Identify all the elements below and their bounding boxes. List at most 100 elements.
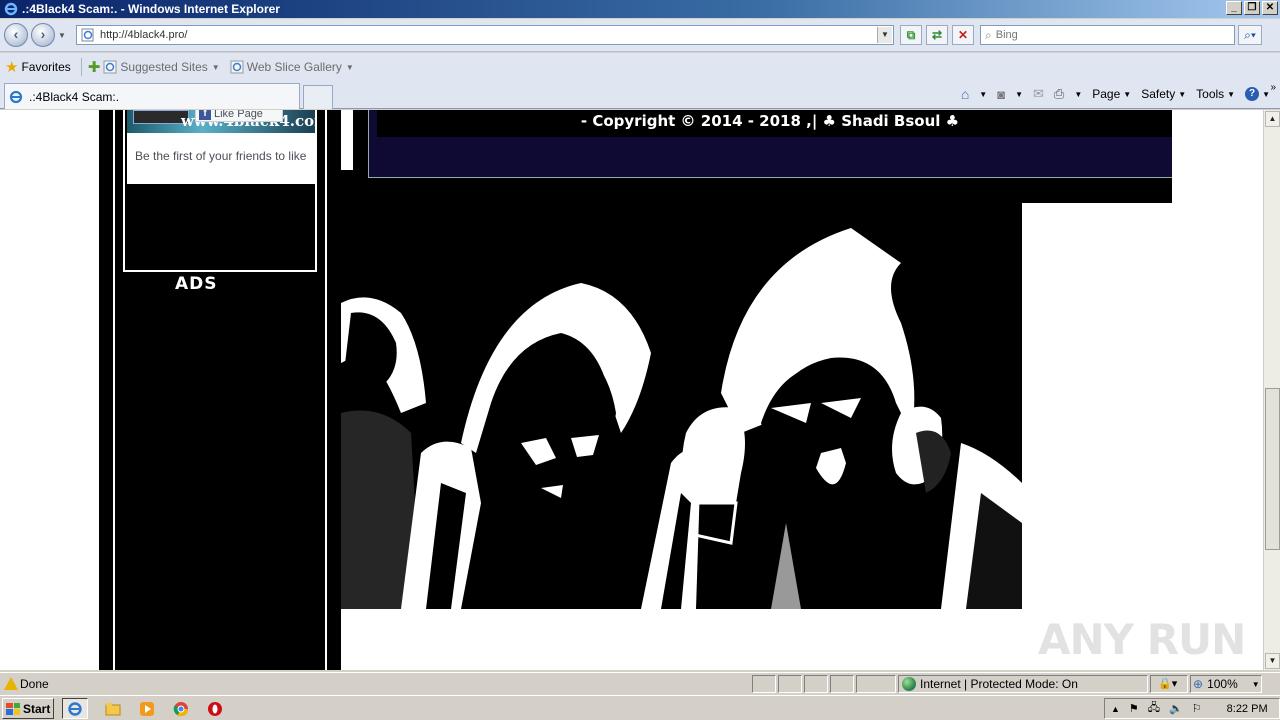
- suggested-sites-link[interactable]: Suggested Sites ▼: [103, 60, 220, 74]
- scroll-up-icon[interactable]: ▲: [1265, 111, 1280, 127]
- friends-text: Be the first of your friends to like: [135, 149, 307, 163]
- compatibility-view-icon[interactable]: ⧉: [900, 25, 922, 45]
- ie-logo-icon: [4, 2, 18, 16]
- chevron-down-icon[interactable]: ▼: [979, 90, 987, 99]
- system-tray: ▲ ⚑ 🖧 🔈 ⚐ 8:22 PM: [1104, 698, 1280, 719]
- volume-icon[interactable]: 🔈: [1169, 702, 1183, 715]
- hooded-figures-image: [341, 203, 1022, 609]
- address-bar[interactable]: ▼: [76, 25, 894, 45]
- facebook-friends-panel: Be the first of your friends to like: [127, 133, 315, 184]
- status-cell: [804, 675, 828, 693]
- refresh-icon[interactable]: ⇄: [926, 25, 948, 45]
- facebook-widget: www.4black4.com f Like Page Be the first…: [123, 110, 317, 272]
- navigation-bar: ‹ › ▼ ▼ ⧉ ⇄ ✕ ⌕ ⌕▾: [0, 19, 1280, 52]
- address-dropdown-icon[interactable]: ▼: [877, 27, 892, 43]
- page-content: www.4black4.com f Like Page Be the first…: [0, 110, 1263, 670]
- folder-icon: [105, 702, 121, 715]
- scroll-down-icon[interactable]: ▼: [1265, 653, 1280, 669]
- taskbar-media-player[interactable]: [134, 698, 160, 719]
- chevron-down-icon[interactable]: ▼: [1015, 90, 1023, 99]
- footer-divider: [341, 110, 353, 170]
- chevron-down-icon: ▼: [1123, 89, 1132, 99]
- facebook-banner: www.4black4.com f Like Page: [127, 110, 315, 133]
- windows-logo-icon: [6, 702, 20, 715]
- favorites-bar: ★ Favorites ✚ Suggested Sites ▼ Web Slic…: [0, 53, 1280, 81]
- page-menu[interactable]: Page ▼: [1092, 87, 1131, 101]
- back-button[interactable]: ‹: [4, 23, 28, 47]
- safety-menu[interactable]: Safety ▼: [1141, 87, 1186, 101]
- scrollbar-thumb[interactable]: [1265, 388, 1280, 550]
- zoom-text: 100%: [1207, 677, 1238, 691]
- chevron-down-icon: ▼: [1178, 89, 1187, 99]
- taskbar-opera[interactable]: [202, 698, 228, 719]
- ie-logo-icon: [9, 90, 23, 103]
- search-input[interactable]: [995, 29, 1216, 41]
- web-slice-gallery-label: Web Slice Gallery: [246, 60, 342, 74]
- flag-icon[interactable]: ⚐: [1192, 702, 1202, 715]
- ie-page-icon: [230, 60, 244, 74]
- feeds-icon[interactable]: ◙: [997, 87, 1005, 102]
- bing-search-icon: ⌕: [985, 27, 992, 42]
- tab-bar: .:4Black4 Scam:. ⌂ ▼ ◙ ▼ ✉ ⎙ ▼ Page ▼ Safety…: [0, 81, 1280, 109]
- search-box[interactable]: ⌕: [980, 25, 1235, 45]
- history-dropdown-icon[interactable]: ▼: [58, 31, 66, 40]
- web-slice-gallery-link[interactable]: Web Slice Gallery ▼: [230, 60, 354, 74]
- minimize-button[interactable]: _: [1226, 1, 1242, 15]
- status-cell: [778, 675, 802, 693]
- anyrun-watermark: ANY RUN: [1038, 615, 1246, 664]
- print-icon[interactable]: ⎙: [1054, 86, 1064, 102]
- address-input[interactable]: [100, 29, 880, 41]
- star-icon: ★: [5, 59, 19, 76]
- clock[interactable]: 8:22 PM: [1227, 703, 1268, 715]
- copyright-text: - Copyright © 2014 - 2018 ,| ♣ Shadi Bso…: [580, 112, 960, 130]
- hero-illustration: [341, 203, 1022, 609]
- taskbar-explorer[interactable]: [100, 698, 126, 719]
- ie-logo-icon: [68, 701, 82, 716]
- network-icon[interactable]: 🖧: [1148, 699, 1160, 718]
- status-cell: [856, 675, 896, 693]
- stop-icon[interactable]: ✕: [952, 25, 974, 45]
- taskbar-ie[interactable]: [62, 698, 88, 719]
- close-button[interactable]: ✕: [1262, 1, 1278, 15]
- action-center-icon[interactable]: ⚑: [1129, 702, 1139, 715]
- divider: [80, 58, 82, 76]
- tab-current[interactable]: .:4Black4 Scam:.: [4, 83, 300, 109]
- show-hidden-icons-icon[interactable]: ▲: [1111, 704, 1120, 714]
- status-cell: [752, 675, 776, 693]
- page-icon: [81, 28, 94, 42]
- like-page-label: Like Page: [214, 110, 263, 120]
- taskbar-chrome[interactable]: [168, 698, 194, 719]
- chevron-down-icon: ▼: [345, 62, 354, 72]
- new-tab-button[interactable]: [303, 85, 333, 109]
- tools-menu-label: Tools: [1196, 87, 1225, 101]
- help-menu[interactable]: ? ▼: [1245, 87, 1270, 101]
- security-zone[interactable]: Internet | Protected Mode: On: [902, 677, 1078, 691]
- vertical-scrollbar[interactable]: ▲ ▼: [1263, 110, 1280, 670]
- more-commands-icon[interactable]: »: [1270, 82, 1276, 93]
- zoom-control[interactable]: ⊕ 100% ▼: [1193, 677, 1260, 691]
- home-icon[interactable]: ⌂: [961, 86, 969, 102]
- chrome-icon: [173, 701, 188, 716]
- safety-menu-label: Safety: [1141, 87, 1176, 101]
- window-title-bar: .:4Black4 Scam:. - Windows Internet Expl…: [0, 0, 1280, 18]
- mail-icon[interactable]: ✉: [1033, 86, 1044, 102]
- warning-icon[interactable]: [4, 677, 18, 690]
- opera-icon: [208, 701, 222, 716]
- like-page-button[interactable]: f Like Page: [195, 110, 283, 122]
- forward-button[interactable]: ›: [31, 23, 55, 47]
- page-menu-label: Page: [1092, 87, 1121, 101]
- favorites-label: Favorites: [21, 60, 71, 74]
- chevron-down-icon: ▼: [211, 62, 220, 72]
- chevron-down-icon[interactable]: ▼: [1074, 90, 1082, 99]
- lock-icon[interactable]: 🔒▾: [1158, 677, 1177, 690]
- window-title: .:4Black4 Scam:. - Windows Internet Expl…: [22, 2, 280, 16]
- tools-menu[interactable]: Tools ▼: [1196, 87, 1235, 101]
- facebook-icon: f: [199, 110, 211, 120]
- favorites-button[interactable]: ★ Favorites: [0, 58, 71, 76]
- start-button[interactable]: Start: [2, 698, 54, 719]
- ads-heading: ADS: [175, 274, 218, 294]
- restore-button[interactable]: ❐: [1244, 1, 1260, 15]
- taskbar: Start ▲ ⚑ 🖧 🔈 ⚐ 8:22 PM: [0, 695, 1280, 720]
- search-go-button[interactable]: ⌕▾: [1238, 25, 1262, 45]
- add-favorite-icon[interactable]: ✚: [88, 58, 101, 76]
